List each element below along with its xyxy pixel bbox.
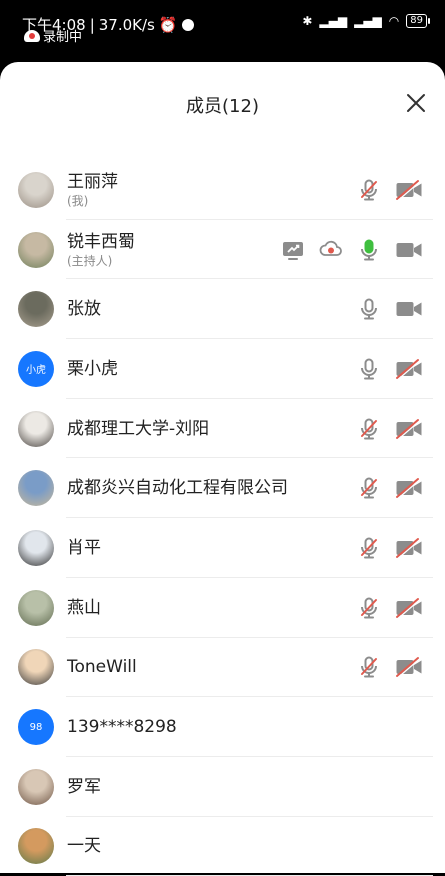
member-row[interactable]: 燕山 — [0, 578, 445, 638]
battery-icon: 89 — [406, 14, 430, 28]
avatar — [18, 231, 54, 268]
camera-off-icon[interactable] — [395, 655, 423, 679]
member-name: 罗军 — [67, 776, 101, 797]
camera-icon[interactable] — [395, 238, 423, 262]
mic-muted-icon[interactable] — [357, 178, 381, 202]
member-controls — [357, 399, 423, 459]
mic-icon[interactable] — [357, 297, 381, 321]
avatar — [18, 649, 54, 686]
avatar — [18, 291, 54, 328]
member-name-wrap: 肖平 — [67, 518, 101, 578]
member-role: (主持人) — [67, 253, 113, 268]
member-name: 成都理工大学-刘阳 — [67, 418, 210, 439]
member-name: 139****8298 — [67, 717, 177, 738]
avatar — [18, 171, 54, 208]
member-name-wrap: 一天 — [67, 817, 101, 876]
member-row[interactable]: 小虎 栗小虎 — [0, 339, 445, 399]
mic-muted-icon[interactable] — [357, 476, 381, 500]
avatar: 98 — [18, 709, 54, 746]
avatar — [18, 768, 54, 805]
member-name-wrap: ToneWill — [67, 638, 137, 698]
mic-icon[interactable] — [357, 357, 381, 381]
member-row[interactable]: ToneWill — [0, 638, 445, 698]
member-row[interactable]: 成都理工大学-刘阳 — [0, 399, 445, 459]
avatar — [18, 828, 54, 865]
camera-off-icon[interactable] — [395, 417, 423, 441]
member-row[interactable]: 肖平 — [0, 518, 445, 578]
member-row[interactable]: 98 139****8298 — [0, 697, 445, 757]
avatar — [18, 410, 54, 447]
sheet-title: 成员(12) — [186, 96, 259, 117]
member-name: 张放 — [67, 299, 101, 320]
member-controls — [281, 220, 423, 280]
member-name-wrap: 139****8298 — [67, 697, 177, 757]
avatar — [18, 529, 54, 566]
status-right: ✱ ▂▄▆ ▂▄▆ ◠ 89 — [302, 14, 430, 28]
mic-muted-icon[interactable] — [357, 655, 381, 679]
member-name-wrap: 成都理工大学-刘阳 — [67, 399, 209, 459]
member-row[interactable]: 罗军 — [0, 757, 445, 817]
avatar: 小虎 — [18, 350, 54, 387]
member-name-wrap: 成都炎兴自动化工程有限公司 — [67, 458, 288, 518]
member-name-wrap: 锐丰西蜀 (主持人) — [67, 220, 135, 280]
member-controls — [357, 339, 423, 399]
avatar-text: 98 — [29, 721, 43, 733]
member-row[interactable]: 王丽萍 (我) — [0, 160, 445, 220]
member-controls — [357, 458, 423, 518]
member-name: 肖平 — [67, 537, 101, 558]
member-controls — [357, 279, 423, 339]
member-name-wrap: 燕山 — [67, 578, 101, 638]
member-name-wrap: 栗小虎 — [67, 339, 118, 399]
member-name-wrap: 张放 — [67, 279, 101, 339]
recording-label: 录制中 — [43, 30, 83, 45]
member-name-wrap: 王丽萍 (我) — [67, 160, 118, 220]
signal-icon: ▂▄▆ — [319, 14, 348, 28]
member-row[interactable]: 一天 — [0, 817, 445, 876]
mic-muted-icon[interactable] — [357, 417, 381, 441]
screen-share-icon — [281, 238, 305, 262]
avatar-text: 小虎 — [26, 365, 46, 377]
camera-off-icon[interactable] — [395, 536, 423, 560]
wifi-icon: ◠ — [388, 14, 400, 28]
close-icon[interactable] — [405, 92, 427, 114]
member-name: 栗小虎 — [67, 358, 118, 379]
members-sheet: 成员(12) 王丽萍 (我) 锐丰西蜀 (主持人) 张放 小虎 栗小虎 成都理工大学-刘阳 成都… — [0, 62, 445, 876]
member-name: 王丽萍 — [67, 171, 118, 192]
status-bar: 下午4:08 | 37.0K/s ⏰ 录制中 ✱ ▂▄▆ ▂▄▆ ◠ 89 — [0, 0, 445, 62]
divider: | — [89, 15, 95, 34]
bluetooth-icon: ✱ — [302, 14, 313, 28]
cloud-record-icon — [319, 238, 343, 262]
member-controls — [357, 518, 423, 578]
avatar — [18, 589, 54, 626]
member-name: 燕山 — [67, 597, 101, 618]
avatar — [18, 470, 54, 507]
member-name: 成都炎兴自动化工程有限公司 — [67, 478, 288, 499]
mic-muted-icon[interactable] — [357, 536, 381, 560]
net-speed: 37.0K/s — [98, 15, 155, 34]
alarm-icon: ⏰ — [158, 15, 178, 34]
camera-off-icon[interactable] — [395, 596, 423, 620]
member-name: 一天 — [67, 836, 101, 857]
recording-indicator: 录制中 — [24, 26, 82, 45]
mic-icon[interactable] — [357, 238, 381, 262]
member-role: (我) — [67, 193, 89, 208]
camera-icon[interactable] — [395, 297, 423, 321]
member-name: ToneWill — [67, 657, 137, 678]
member-name: 锐丰西蜀 — [67, 231, 135, 252]
member-controls — [357, 638, 423, 698]
member-list: 王丽萍 (我) 锐丰西蜀 (主持人) 张放 小虎 栗小虎 成都理工大学-刘阳 成都炎兴自动化工程… — [0, 160, 445, 876]
member-controls — [357, 160, 423, 220]
member-name-wrap: 罗军 — [67, 757, 101, 817]
camera-off-icon[interactable] — [395, 476, 423, 500]
camera-off-icon[interactable] — [395, 178, 423, 202]
signal-icon-2: ▂▄▆ — [354, 14, 382, 28]
mic-muted-icon[interactable] — [357, 596, 381, 620]
app-notification-icon — [181, 18, 194, 31]
camera-off-icon[interactable] — [395, 357, 423, 381]
member-row[interactable]: 成都炎兴自动化工程有限公司 — [0, 458, 445, 518]
recording-icon — [24, 29, 40, 42]
member-row[interactable]: 张放 — [0, 279, 445, 339]
member-controls — [357, 578, 423, 638]
member-row[interactable]: 锐丰西蜀 (主持人) — [0, 220, 445, 280]
